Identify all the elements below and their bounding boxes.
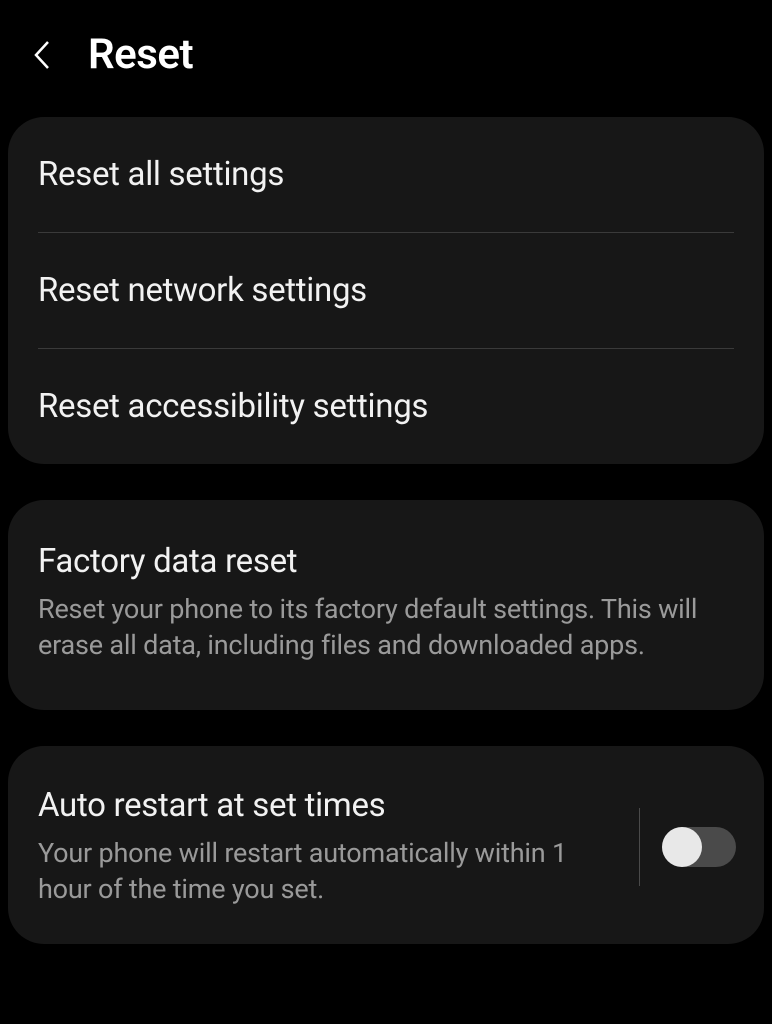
back-icon[interactable] xyxy=(28,41,56,69)
toggle-thumb xyxy=(662,827,702,867)
divider xyxy=(639,808,640,886)
list-item-description: Reset your phone to its factory default … xyxy=(38,591,734,664)
reset-all-settings-item[interactable]: Reset all settings xyxy=(8,117,764,232)
list-item-description: Your phone will restart automatically wi… xyxy=(38,835,619,908)
list-item-label: Reset accessibility settings xyxy=(38,387,734,426)
reset-network-settings-item[interactable]: Reset network settings xyxy=(8,233,764,348)
header: Reset xyxy=(0,0,772,117)
page-title: Reset xyxy=(88,30,193,79)
list-item-label: Auto restart at set times xyxy=(38,786,619,825)
text-content: Auto restart at set times Your phone wil… xyxy=(38,786,639,908)
auto-restart-card: Auto restart at set times Your phone wil… xyxy=(8,746,764,944)
reset-options-card: Reset all settings Reset network setting… xyxy=(8,117,764,464)
list-item-label: Reset network settings xyxy=(38,271,734,310)
factory-reset-card: Factory data reset Reset your phone to i… xyxy=(8,500,764,710)
auto-restart-item[interactable]: Auto restart at set times Your phone wil… xyxy=(8,746,764,944)
reset-accessibility-settings-item[interactable]: Reset accessibility settings xyxy=(8,349,764,464)
list-item-label: Factory data reset xyxy=(38,542,734,581)
list-item-label: Reset all settings xyxy=(38,155,734,194)
auto-restart-toggle[interactable] xyxy=(662,827,736,867)
factory-data-reset-item[interactable]: Factory data reset Reset your phone to i… xyxy=(8,500,764,710)
